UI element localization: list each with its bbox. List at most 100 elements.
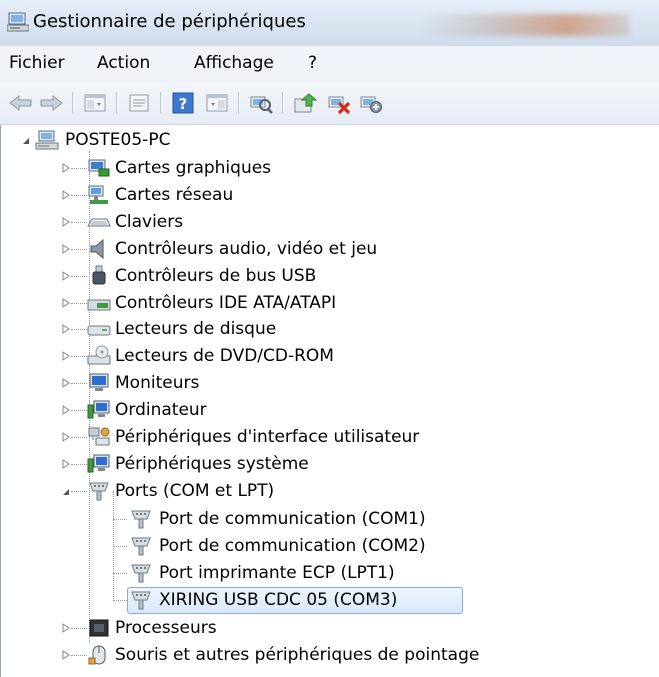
- expand-arrow-icon[interactable]: [61, 216, 71, 227]
- tree-item-port[interactable]: Port de communication (COM2): [113, 533, 533, 559]
- tree-root[interactable]: POSTE05-PC: [21, 127, 321, 153]
- tree-item-label: Claviers: [115, 211, 184, 232]
- menu-action[interactable]: Action: [97, 53, 150, 73]
- tree-item-label: XIRING USB CDC 05 (COM3): [159, 589, 398, 610]
- tree-line: [71, 437, 87, 438]
- console-tree-icon[interactable]: [82, 91, 108, 115]
- help-icon[interactable]: ?: [170, 91, 196, 115]
- tree-item-category[interactable]: Périphériques système: [61, 451, 481, 477]
- toolbar-separator: [72, 92, 73, 114]
- svg-text:?: ?: [179, 95, 188, 113]
- expand-arrow-icon[interactable]: [61, 243, 71, 254]
- port-connector-icon: [131, 510, 151, 529]
- tree-item-category[interactable]: Ordinateur: [61, 397, 481, 423]
- menu-affichage[interactable]: Affichage: [194, 53, 274, 73]
- tree-line: [71, 329, 87, 331]
- expand-arrow-icon[interactable]: [61, 405, 71, 416]
- expand-arrow-icon[interactable]: [61, 163, 71, 173]
- expand-arrow-icon[interactable]: [61, 458, 71, 469]
- tree-line: [71, 628, 87, 629]
- expand-arrow-icon[interactable]: [61, 270, 71, 281]
- disable-device-icon[interactable]: [358, 91, 384, 115]
- tree-item-category[interactable]: Claviers: [61, 209, 481, 235]
- monitor-icon: [89, 373, 109, 392]
- expand-arrow-icon[interactable]: [61, 351, 71, 362]
- tree-item-label: Périphériques d'interface utilisateur: [115, 427, 420, 447]
- tree-item-category[interactable]: Moniteurs: [61, 370, 481, 396]
- expand-arrow-icon[interactable]: [61, 189, 71, 200]
- tree-item-label: Cartes réseau: [115, 184, 234, 205]
- tree-item-category[interactable]: Souris et autres périphériques de pointa…: [61, 642, 581, 668]
- back-arrow-icon[interactable]: [8, 91, 34, 115]
- root-label: POSTE05-PC: [65, 130, 171, 150]
- mouse-icon: [88, 645, 106, 665]
- expand-arrow-icon[interactable]: [61, 623, 71, 633]
- tree-item-label: Contrôleurs de bus USB: [115, 265, 317, 286]
- tree-item-label: Souris et autres périphériques de pointa…: [115, 644, 480, 665]
- tree-item-category[interactable]: Contrôleurs audio, vidéo et jeu: [61, 236, 481, 262]
- tree-item-label: Ordinateur: [115, 400, 207, 421]
- tree-line: [71, 410, 87, 412]
- forward-arrow-icon[interactable]: [38, 91, 64, 115]
- usb-plug-icon: [92, 265, 106, 285]
- tree-line: [71, 194, 87, 196]
- tree-line: [113, 519, 127, 520]
- scan-hardware-icon[interactable]: [248, 91, 274, 115]
- expand-arrow-icon[interactable]: [61, 297, 71, 308]
- keyboard-icon: [87, 218, 111, 227]
- toolbar-separator: [116, 92, 117, 114]
- toolbar-separator: [160, 92, 161, 114]
- expand-arrow-icon[interactable]: [61, 432, 71, 442]
- tree-line: [71, 491, 87, 492]
- title-bar: Gestionnaire de périphériques: [0, 0, 659, 47]
- tree-item-category[interactable]: Lecteurs de disque: [61, 316, 481, 342]
- expand-arrow-icon[interactable]: [61, 324, 71, 335]
- toolbar: ?: [0, 82, 659, 125]
- tree-item-ports[interactable]: Ports (COM et LPT): [61, 478, 391, 504]
- tree-item-label: Moniteurs: [115, 373, 200, 394]
- tree-item-category[interactable]: Processeurs: [61, 615, 581, 641]
- tree-line: [71, 275, 87, 277]
- tree-item-label: Lecteurs de disque: [115, 319, 277, 340]
- tree-item-label: Contrôleurs audio, vidéo et jeu: [115, 238, 378, 259]
- tree-line: [113, 572, 127, 574]
- tree-line: [71, 302, 87, 304]
- port-connector-icon: [131, 537, 151, 556]
- network-adapter-icon: [88, 185, 108, 204]
- computer-root-icon: [35, 130, 59, 150]
- tree-item-category[interactable]: Cartes réseau: [61, 182, 481, 208]
- tree-item-label: Ports (COM et LPT): [115, 481, 275, 501]
- menu-fichier[interactable]: Fichier: [9, 53, 65, 73]
- uninstall-icon[interactable]: [326, 91, 352, 115]
- action-pane-icon[interactable]: [204, 91, 230, 115]
- tree-item-category[interactable]: Contrôleurs de bus USB: [61, 263, 481, 289]
- port-connector-icon: [89, 482, 109, 501]
- window-title: Gestionnaire de périphériques: [33, 11, 306, 32]
- collapse-arrow-icon[interactable]: [21, 136, 31, 146]
- dvd-drive-icon: [87, 345, 111, 365]
- tree-item-port[interactable]: XIRING USB CDC 05 (COM3): [113, 586, 533, 614]
- tree-item-port[interactable]: Port imprimante ECP (LPT1): [113, 560, 533, 586]
- ide-controller-icon: [87, 299, 111, 310]
- collapse-arrow-icon[interactable]: [61, 487, 71, 497]
- tree-item-label: Contrôleurs IDE ATA/ATAPI: [115, 292, 337, 313]
- speaker-icon: [90, 238, 104, 259]
- tree-item-port[interactable]: Port de communication (COM1): [113, 506, 533, 532]
- hid-icon: [88, 427, 110, 446]
- tree-item-category[interactable]: Cartes graphiques: [61, 155, 481, 181]
- tree-item-category[interactable]: Lecteurs de DVD/CD-ROM: [61, 343, 481, 369]
- expand-arrow-icon[interactable]: [61, 649, 71, 660]
- disk-drive-icon: [87, 325, 111, 336]
- tree-line: [71, 383, 87, 385]
- menu-help[interactable]: ?: [308, 53, 317, 73]
- system-device-icon: [87, 454, 110, 473]
- port-connector-icon: [131, 564, 151, 583]
- update-driver-icon[interactable]: [292, 91, 318, 115]
- tree-item-category[interactable]: Périphériques d'interface utilisateur: [61, 424, 481, 450]
- tree-item-label: Cartes graphiques: [115, 158, 272, 178]
- properties-icon[interactable]: [126, 91, 152, 115]
- tree-line: [71, 463, 87, 465]
- expand-arrow-icon[interactable]: [61, 378, 71, 389]
- tree-item-category[interactable]: Contrôleurs IDE ATA/ATAPI: [61, 290, 481, 316]
- menu-bar: Fichier Action Affichage ?: [0, 46, 659, 83]
